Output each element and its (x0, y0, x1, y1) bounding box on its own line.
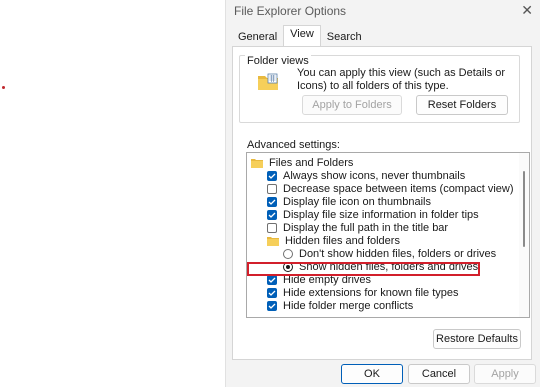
tree-folder-hidden-files: Hidden files and folders (267, 234, 400, 247)
dialog-title: File Explorer Options (234, 4, 347, 18)
option-hide-extensions[interactable]: Hide extensions for known file types (267, 286, 458, 299)
option-compact-view[interactable]: Decrease space between items (compact vi… (267, 182, 513, 195)
option-label: Display file icon on thumbnails (283, 195, 431, 208)
highlight-box (247, 262, 480, 276)
option-label: Display the full path in the title bar (283, 221, 449, 234)
option-always-show-icons[interactable]: Always show icons, never thumbnails (267, 169, 465, 182)
folder-views-description: You can apply this view (such as Details… (297, 67, 506, 92)
restore-defaults-button[interactable]: Restore Defaults (433, 329, 521, 349)
ok-button[interactable]: OK (341, 364, 403, 384)
tab-search[interactable]: Search (321, 28, 368, 46)
option-full-path-title[interactable]: Display the full path in the title bar (267, 221, 448, 234)
checkbox-checked[interactable] (267, 196, 277, 207)
red-dot-marker (2, 86, 5, 89)
advanced-settings-label: Advanced settings: (247, 139, 340, 151)
apply-button[interactable]: Apply (474, 364, 536, 384)
option-label: Hide folder merge conflicts (283, 299, 414, 312)
checkbox-unchecked[interactable] (267, 222, 277, 233)
option-dont-show-hidden[interactable]: Don't show hidden files, folders or driv… (283, 247, 496, 260)
option-hide-merge-conflicts[interactable]: Hide folder merge conflicts (267, 299, 413, 312)
reset-folders-button[interactable]: Reset Folders (416, 95, 508, 115)
folder-icon (251, 158, 263, 168)
tree-item-label: Files and Folders (269, 156, 354, 169)
option-file-size-tips[interactable]: Display file size information in folder … (267, 208, 479, 221)
radio-unselected[interactable] (283, 248, 293, 259)
checkbox-checked[interactable] (267, 209, 277, 220)
checkbox-checked[interactable] (267, 287, 277, 298)
tab-view[interactable]: View (283, 25, 321, 47)
option-label: Decrease space between items (compact vi… (283, 182, 514, 195)
tree-item-label: Hidden files and folders (285, 234, 400, 247)
checkbox-unchecked[interactable] (267, 183, 277, 194)
option-label: Display file size information in folder … (283, 208, 479, 221)
folder-views-label: Folder views (245, 55, 311, 67)
option-label: Hide extensions for known file types (283, 286, 459, 299)
checkbox-checked[interactable] (267, 300, 277, 311)
tree-scrollbar[interactable] (519, 153, 529, 317)
tab-bar: General View Search (232, 25, 368, 47)
tree-folder-files-and-folders: Files and Folders (251, 156, 353, 169)
checkbox-checked[interactable] (267, 170, 277, 181)
apply-to-folders-button[interactable]: Apply to Folders (302, 95, 402, 115)
folder-icon (267, 236, 279, 246)
close-icon[interactable]: ✕ (521, 2, 533, 19)
checkbox-checked[interactable] (267, 274, 277, 285)
file-explorer-options-dialog: File Explorer Options ✕ General View Sea… (225, 0, 540, 387)
folder-icon (258, 73, 278, 90)
option-label: Always show icons, never thumbnails (283, 169, 466, 182)
advanced-settings-tree[interactable]: Files and Folders Always show icons, nev… (246, 152, 530, 318)
tab-general[interactable]: General (232, 28, 283, 46)
option-file-icon-thumbnails[interactable]: Display file icon on thumbnails (267, 195, 431, 208)
cancel-button[interactable]: Cancel (408, 364, 470, 384)
option-label: Don't show hidden files, folders or driv… (299, 247, 497, 260)
scrollbar-thumb[interactable] (523, 171, 525, 247)
